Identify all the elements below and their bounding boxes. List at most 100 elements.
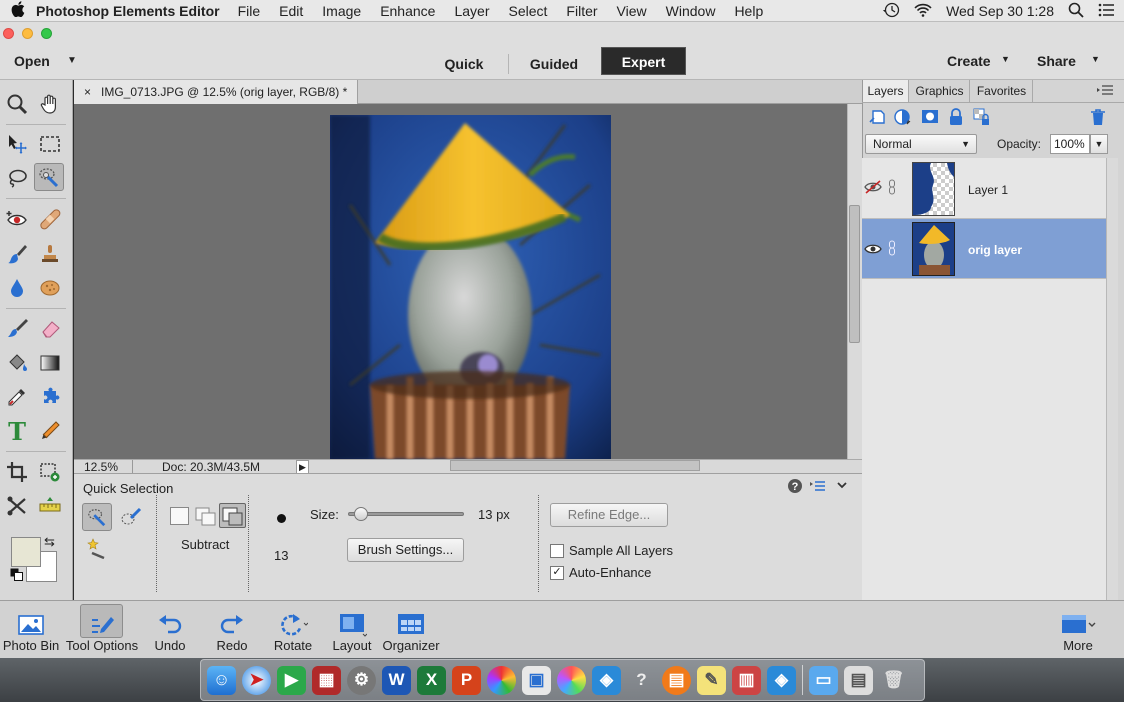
clone-stamp-tool-icon[interactable] (35, 240, 65, 268)
new-selection-mode-icon[interactable] (170, 507, 189, 525)
layer-row-orig-layer[interactable]: orig layer (862, 219, 1106, 279)
status-menu-arrow-icon[interactable]: ▶ (296, 460, 309, 474)
foreground-color-swatch-front[interactable] (11, 537, 41, 567)
size-slider-thumb[interactable] (354, 507, 368, 521)
downloads-folder-icon[interactable]: ▭ (809, 665, 838, 695)
documents-stack-icon[interactable]: ▤ (844, 665, 873, 695)
menu-select[interactable]: Select (509, 3, 548, 19)
menu-window[interactable]: Window (666, 3, 716, 19)
lasso-tool-icon[interactable] (2, 164, 32, 192)
elements-icon[interactable]: ◈ (767, 665, 796, 695)
ibooks-icon[interactable]: ▤ (662, 665, 691, 695)
chrome-icon[interactable] (487, 665, 516, 695)
layer-name[interactable]: orig layer (968, 243, 1022, 257)
photos-icon[interactable] (557, 665, 586, 695)
visible-eye-icon[interactable] (864, 242, 882, 259)
type-tool-icon[interactable]: T (2, 417, 32, 446)
auto-enhance-box[interactable]: ✓ (550, 565, 564, 580)
subtract-from-selection-mode-icon[interactable] (219, 503, 246, 528)
menu-edit[interactable]: Edit (279, 3, 303, 19)
create-dropdown-icon[interactable]: ▼ (1001, 54, 1010, 64)
quick-selection-tool-icon[interactable] (34, 163, 64, 191)
mode-quick[interactable]: Quick (428, 52, 500, 76)
opacity-input[interactable]: 100% (1050, 134, 1090, 154)
add-to-selection-mode-icon[interactable] (195, 507, 217, 526)
quick-selection-option-icon[interactable] (82, 503, 112, 531)
stickies-icon[interactable]: ✎ (697, 665, 726, 695)
swap-colors-icon[interactable]: ⇆ (44, 534, 55, 550)
app-name[interactable]: Photoshop Elements Editor (36, 3, 220, 19)
canvas-horizontal-scroll-thumb[interactable] (450, 460, 700, 471)
menu-help[interactable]: Help (734, 3, 763, 19)
mode-expert[interactable]: Expert (601, 47, 686, 75)
notification-center-icon[interactable] (1098, 3, 1114, 20)
share-button[interactable]: Share (1037, 53, 1076, 69)
rotate-button[interactable]: Rotate (268, 602, 318, 656)
lock-all-icon[interactable] (948, 108, 964, 129)
brush-settings-button[interactable]: Brush Settings... (347, 538, 464, 562)
photo-bin-button[interactable]: Photo Bin (0, 602, 62, 656)
recompose-tool-icon[interactable] (35, 458, 65, 486)
spot-healing-brush-icon[interactable] (35, 205, 65, 233)
zoom-window-icon[interactable] (41, 28, 52, 39)
link-layer-icon[interactable] (888, 240, 896, 259)
zoom-level[interactable]: 12.5% (84, 460, 118, 474)
eyedropper-tool-icon[interactable] (2, 383, 32, 411)
auto-enhance-checkbox[interactable]: ✓ Auto-Enhance (550, 565, 651, 580)
delete-layer-icon[interactable] (1090, 108, 1106, 129)
menu-layer[interactable]: Layer (454, 3, 489, 19)
calendar-icon[interactable]: ▥ (732, 665, 761, 695)
hidden-eye-icon[interactable] (864, 180, 882, 197)
pencil-tool-icon[interactable] (35, 417, 65, 445)
canvas-vertical-scroll-thumb[interactable] (849, 205, 860, 343)
eraser-tool-icon[interactable] (35, 314, 65, 342)
move-tool-icon[interactable] (2, 130, 32, 158)
size-value[interactable]: 13 px (478, 507, 510, 522)
sponge-tool-icon[interactable] (35, 274, 65, 302)
organizer-button[interactable]: Organizer (380, 602, 442, 656)
menu-image[interactable]: Image (322, 3, 361, 19)
close-tab-icon[interactable]: × (84, 80, 91, 104)
excel-icon[interactable]: X (417, 665, 446, 695)
menu-enhance[interactable]: Enhance (380, 3, 435, 19)
default-colors-icon[interactable] (10, 568, 23, 581)
trash-icon[interactable]: 🗑 (879, 666, 908, 695)
layer-row-layer-1[interactable]: Layer 1 (862, 159, 1106, 219)
finder-icon[interactable]: ☺ (207, 665, 236, 695)
opacity-dropdown-icon[interactable]: ▼ (1090, 134, 1108, 154)
paint-bucket-tool-icon[interactable] (2, 349, 32, 377)
layout-button[interactable]: Layout (328, 602, 376, 656)
panel-scrollbar[interactable] (1106, 158, 1118, 600)
spotlight-search-icon[interactable] (1068, 2, 1084, 21)
blend-mode-dropdown-icon[interactable]: ▼ (961, 135, 970, 153)
mode-guided[interactable]: Guided (516, 52, 592, 76)
sample-all-layers-checkbox[interactable]: Sample All Layers (550, 543, 673, 558)
sample-all-layers-box[interactable] (550, 543, 564, 558)
blur-tool-icon[interactable] (2, 274, 32, 302)
share-dropdown-icon[interactable]: ▼ (1091, 54, 1100, 64)
word-icon[interactable]: W (382, 665, 411, 695)
brush-tool-icon[interactable] (2, 314, 32, 342)
facetime-icon[interactable]: ▶ (277, 665, 306, 695)
panel-menu-icon[interactable] (1097, 84, 1113, 99)
help-viewer-icon[interactable]: ? (627, 666, 656, 695)
wifi-icon[interactable] (914, 3, 932, 20)
tool-options-button[interactable]: Tool Options (64, 602, 140, 656)
open-button[interactable]: Open (14, 53, 50, 69)
magic-wand-option-icon[interactable] (82, 534, 112, 562)
red-eye-tool-icon[interactable] (2, 205, 32, 233)
smart-brush-tool-icon[interactable] (2, 240, 32, 268)
lock-transparency-icon[interactable] (973, 108, 991, 129)
zoom-tool-icon[interactable] (2, 90, 32, 118)
menu-file[interactable]: File (238, 3, 261, 19)
options-menu-icon[interactable] (810, 479, 826, 496)
powerpoint-icon[interactable]: P (452, 665, 481, 695)
marquee-tool-icon[interactable] (35, 130, 65, 158)
undo-button[interactable]: Undo (146, 602, 194, 656)
more-button[interactable]: More (1054, 602, 1102, 656)
minimize-window-icon[interactable] (22, 28, 33, 39)
document-tab[interactable]: × IMG_0713.JPG @ 12.5% (orig layer, RGB/… (74, 80, 359, 104)
refine-edge-button[interactable]: Refine Edge... (550, 503, 668, 527)
redo-button[interactable]: Redo (208, 602, 256, 656)
tab-layers[interactable]: Layers (863, 80, 909, 102)
